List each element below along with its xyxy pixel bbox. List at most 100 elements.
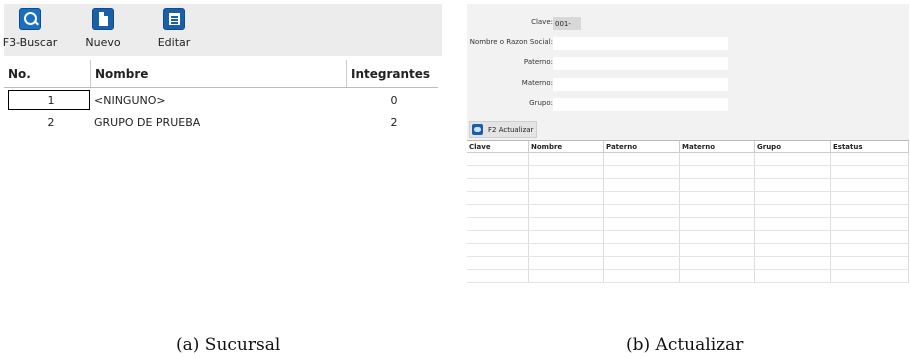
empty-cell [467, 205, 529, 217]
clave-label: Clave: [531, 18, 553, 26]
table-header: No. Nombre Integrantes [4, 60, 438, 88]
search-icon [19, 8, 41, 30]
empty-cell [755, 244, 831, 256]
nombre-label: Nombre o Razon Social: [469, 38, 553, 46]
empty-cell [529, 231, 604, 243]
empty-cell [831, 166, 909, 178]
empty-cell [467, 257, 529, 269]
table-row[interactable] [467, 244, 909, 257]
empty-cell [831, 218, 909, 230]
table-row[interactable]: 1 <NINGUNO> 0 [4, 90, 438, 110]
empty-cell [831, 257, 909, 269]
column-header-grupo[interactable]: Grupo [755, 141, 831, 152]
new-button-label: Nuevo [85, 36, 121, 49]
groups-table: No. Nombre Integrantes 1 <NINGUNO> 0 2 G… [4, 60, 438, 132]
empty-cell [755, 270, 831, 282]
empty-cell [831, 270, 909, 282]
empty-cell [467, 231, 529, 243]
toolbar: F3-Buscar Nuevo Editar [2, 4, 442, 56]
table-row[interactable] [467, 166, 909, 179]
new-document-icon [92, 8, 114, 30]
empty-cell [680, 205, 755, 217]
empty-cell [529, 192, 604, 204]
nombre-field[interactable] [553, 37, 728, 50]
empty-cell [604, 231, 680, 243]
empty-cell [680, 231, 755, 243]
empty-cell [680, 166, 755, 178]
empty-cell [604, 270, 680, 282]
materno-field[interactable] [553, 78, 728, 91]
empty-cell [467, 270, 529, 282]
column-header-no[interactable]: No. [4, 60, 90, 87]
cell-nombre: GRUPO DE PRUEBA [94, 115, 201, 129]
empty-cell [467, 153, 529, 165]
empty-cell [831, 179, 909, 191]
empty-cell [529, 244, 604, 256]
column-header-materno[interactable]: Materno [680, 141, 755, 152]
empty-cell [680, 257, 755, 269]
empty-cell [467, 192, 529, 204]
clave-row: Clave: [467, 17, 909, 31]
paterno-label: Paterno: [523, 58, 553, 66]
empty-cell [831, 244, 909, 256]
caption-b: (b) Actualizar [626, 335, 744, 355]
search-button[interactable]: F3-Buscar [2, 6, 58, 54]
empty-cell [604, 192, 680, 204]
table-row[interactable] [467, 192, 909, 205]
grupo-label: Grupo: [529, 99, 553, 107]
empty-cell [831, 205, 909, 217]
actualizar-button-label: F2 Actualizar [488, 125, 534, 134]
empty-cell [604, 153, 680, 165]
results-table: Clave Nombre Paterno Materno Grupo Estat… [467, 140, 909, 286]
new-button[interactable]: Nuevo [84, 6, 122, 54]
empty-cell [755, 153, 831, 165]
empty-cell [529, 257, 604, 269]
empty-cell [529, 166, 604, 178]
edit-button[interactable]: Editar [156, 6, 192, 54]
grupo-field[interactable] [553, 98, 728, 111]
column-header-paterno[interactable]: Paterno [604, 141, 680, 152]
empty-cell [467, 218, 529, 230]
empty-cell [680, 244, 755, 256]
table-row[interactable] [467, 257, 909, 270]
empty-cell [755, 205, 831, 217]
materno-label: Materno: [521, 79, 553, 87]
empty-cell [755, 218, 831, 230]
search-button-label: F3-Buscar [2, 36, 58, 49]
table-row[interactable] [467, 153, 909, 166]
materno-row: Materno: [467, 78, 909, 92]
table-row[interactable] [467, 231, 909, 244]
cell-nombre: <NINGUNO> [94, 93, 166, 107]
clave-field[interactable] [553, 17, 581, 30]
table-row[interactable] [467, 205, 909, 218]
column-header-estatus[interactable]: Estatus [831, 141, 909, 152]
cell-no: 2 [47, 115, 55, 129]
paterno-row: Paterno: [467, 57, 909, 71]
table-row[interactable] [467, 270, 909, 283]
cell-no: 1 [8, 90, 90, 110]
empty-cell [467, 166, 529, 178]
empty-cell [529, 218, 604, 230]
empty-cell [755, 166, 831, 178]
table-row[interactable]: 2 GRUPO DE PRUEBA 2 [4, 112, 438, 132]
empty-cell [680, 179, 755, 191]
cell-integrantes: 0 [390, 93, 398, 107]
actualizar-button[interactable]: F2 Actualizar [469, 121, 537, 138]
empty-cell [467, 244, 529, 256]
column-header-clave[interactable]: Clave [467, 141, 529, 152]
empty-cell [467, 179, 529, 191]
table-header: Clave Nombre Paterno Materno Grupo Estat… [467, 141, 909, 153]
empty-cell [529, 270, 604, 282]
empty-cell [529, 205, 604, 217]
column-header-nombre[interactable]: Nombre [90, 60, 346, 87]
sucursal-panel: F3-Buscar Nuevo Editar No. Nombre Integr… [2, 4, 442, 304]
empty-cell [680, 192, 755, 204]
empty-cell [529, 153, 604, 165]
paterno-field[interactable] [553, 57, 728, 70]
table-row[interactable] [467, 218, 909, 231]
column-header-integrantes[interactable]: Integrantes [346, 60, 438, 87]
column-header-nombre[interactable]: Nombre [529, 141, 604, 152]
table-row[interactable] [467, 179, 909, 192]
car-icon [472, 124, 483, 135]
nombre-row: Nombre o Razon Social: [467, 37, 909, 51]
